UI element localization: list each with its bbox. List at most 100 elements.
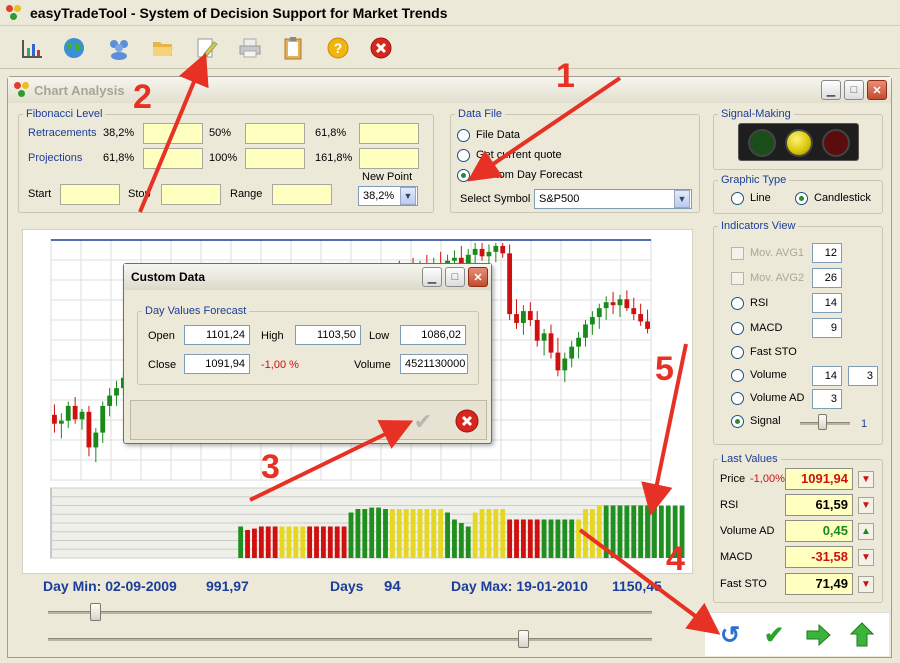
indicator-bar bbox=[631, 505, 637, 558]
radio-line[interactable] bbox=[731, 192, 744, 205]
window-title: Chart Analysis bbox=[34, 83, 125, 98]
chevron-down-icon[interactable]: ▼ bbox=[674, 190, 690, 208]
price-value: 1091,94 bbox=[785, 468, 853, 490]
days-value: 94 bbox=[384, 578, 401, 595]
volume-ad-field[interactable]: 3 bbox=[812, 389, 842, 409]
mov-avg1-field[interactable]: 12 bbox=[812, 243, 842, 263]
arrow-up-icon: ▲ bbox=[858, 523, 874, 540]
signal-slider-thumb[interactable] bbox=[818, 414, 827, 430]
indicator-bar bbox=[603, 505, 609, 558]
edit-icon[interactable] bbox=[191, 33, 221, 63]
mov-avg1-checkbox[interactable] bbox=[731, 247, 744, 260]
clipboard-icon[interactable] bbox=[278, 33, 308, 63]
mov-avg2-checkbox[interactable] bbox=[731, 272, 744, 285]
traffic-light bbox=[738, 123, 859, 161]
chevron-down-icon[interactable]: ▼ bbox=[400, 187, 416, 205]
day-max-label: Day Max: 19-01-2010 bbox=[451, 578, 588, 594]
end-date-slider-thumb[interactable] bbox=[518, 630, 529, 648]
radio-candlestick[interactable] bbox=[795, 192, 808, 205]
candle bbox=[86, 411, 92, 448]
retracement-field-3[interactable] bbox=[359, 123, 419, 144]
print-icon[interactable] bbox=[235, 33, 265, 63]
retracement-field-2[interactable] bbox=[245, 123, 305, 144]
projections-label: Projections bbox=[28, 152, 83, 164]
rsi-field[interactable]: 14 bbox=[812, 293, 842, 313]
indicator-bar bbox=[562, 519, 568, 558]
title-bar: easyTradeTool - System of Decision Suppo… bbox=[0, 0, 900, 26]
radio-volume-ad[interactable] bbox=[731, 392, 744, 405]
close-button[interactable]: ✕ bbox=[867, 80, 887, 100]
symbol-select[interactable]: S&P500 bbox=[534, 189, 692, 209]
folder-open-icon[interactable] bbox=[148, 33, 178, 63]
radio-volume[interactable] bbox=[731, 369, 744, 382]
current-quote-label: Get current quote bbox=[476, 149, 562, 161]
users-icon[interactable] bbox=[104, 33, 134, 63]
start-date-slider-thumb[interactable] bbox=[90, 603, 101, 621]
indicator-bar bbox=[583, 509, 588, 558]
next-button[interactable] bbox=[801, 620, 835, 650]
start-date-slider[interactable] bbox=[48, 611, 652, 614]
confirm-button[interactable]: ✔ bbox=[757, 620, 791, 650]
macd-last-value: -31,58 bbox=[785, 546, 853, 568]
volume-field[interactable]: 14 bbox=[812, 366, 842, 386]
close-field[interactable]: 1091,94 bbox=[184, 354, 250, 374]
indicator-bar bbox=[500, 509, 506, 558]
chart-icon[interactable] bbox=[16, 33, 46, 63]
radio-signal[interactable] bbox=[731, 415, 744, 428]
dialog-close-button[interactable]: ✕ bbox=[468, 267, 488, 287]
minimize-button[interactable]: ▁ bbox=[821, 80, 841, 100]
projection-field-2[interactable] bbox=[245, 148, 305, 169]
custom-forecast-label: Custom Day Forecast bbox=[476, 169, 583, 181]
radio-custom-forecast[interactable] bbox=[457, 169, 470, 182]
indicator-bar bbox=[258, 526, 264, 558]
indicator-bar bbox=[369, 507, 375, 558]
high-field[interactable]: 1103,50 bbox=[295, 325, 361, 345]
projection-field-3[interactable] bbox=[359, 148, 419, 169]
signal-value: 1 bbox=[861, 418, 868, 430]
globe-icon[interactable] bbox=[59, 33, 89, 63]
radio-macd[interactable] bbox=[731, 322, 744, 335]
candle bbox=[114, 388, 119, 396]
low-field[interactable]: 1086,02 bbox=[400, 325, 466, 345]
help-icon[interactable]: ? bbox=[323, 33, 353, 63]
radio-file-data[interactable] bbox=[457, 129, 470, 142]
stop-field[interactable] bbox=[161, 184, 221, 205]
range-label: Range bbox=[230, 188, 263, 200]
retracement-field-1[interactable] bbox=[143, 123, 203, 144]
candle bbox=[603, 302, 609, 309]
fast-sto-last-label: Fast STO bbox=[720, 578, 767, 590]
cancel-button[interactable] bbox=[455, 409, 479, 436]
start-field[interactable] bbox=[60, 184, 120, 205]
undo-button[interactable]: ↺ bbox=[713, 620, 747, 650]
arrow-down-icon: ▼ bbox=[858, 497, 874, 514]
projection-level-3: 161,8% bbox=[315, 152, 353, 164]
indicator-bar bbox=[596, 505, 602, 558]
dialog-minimize-button[interactable]: ▁ bbox=[422, 267, 442, 287]
dialog-maximize-button[interactable]: □ bbox=[445, 267, 465, 287]
radio-current-quote[interactable] bbox=[457, 149, 470, 162]
volume-field[interactable]: 4521130000 bbox=[400, 354, 468, 374]
ok-button[interactable]: ✔ bbox=[410, 409, 436, 434]
fibonacci-legend: Fibonacci Level bbox=[26, 108, 103, 120]
open-field[interactable]: 1101,24 bbox=[184, 325, 250, 345]
indicator-bar bbox=[638, 505, 644, 558]
volume-field-2[interactable]: 3 bbox=[848, 366, 878, 386]
up-button[interactable] bbox=[845, 620, 879, 650]
indicator-bar bbox=[576, 519, 581, 558]
indicators-legend: Indicators View bbox=[721, 220, 796, 232]
projection-field-1[interactable] bbox=[143, 148, 203, 169]
range-field[interactable] bbox=[272, 184, 332, 205]
radio-rsi[interactable] bbox=[731, 297, 744, 310]
exit-icon[interactable] bbox=[366, 33, 396, 63]
indicator-bar bbox=[610, 505, 616, 558]
macd-field[interactable]: 9 bbox=[812, 318, 842, 338]
indicator-bar bbox=[417, 509, 423, 558]
mov-avg2-field[interactable]: 26 bbox=[812, 268, 842, 288]
candle bbox=[72, 405, 78, 420]
radio-fast-sto[interactable] bbox=[731, 346, 744, 359]
maximize-button[interactable]: □ bbox=[844, 80, 864, 100]
candle bbox=[107, 395, 113, 406]
graphic-type-legend: Graphic Type bbox=[721, 174, 787, 186]
candle bbox=[596, 308, 602, 318]
end-date-slider[interactable] bbox=[48, 638, 652, 641]
